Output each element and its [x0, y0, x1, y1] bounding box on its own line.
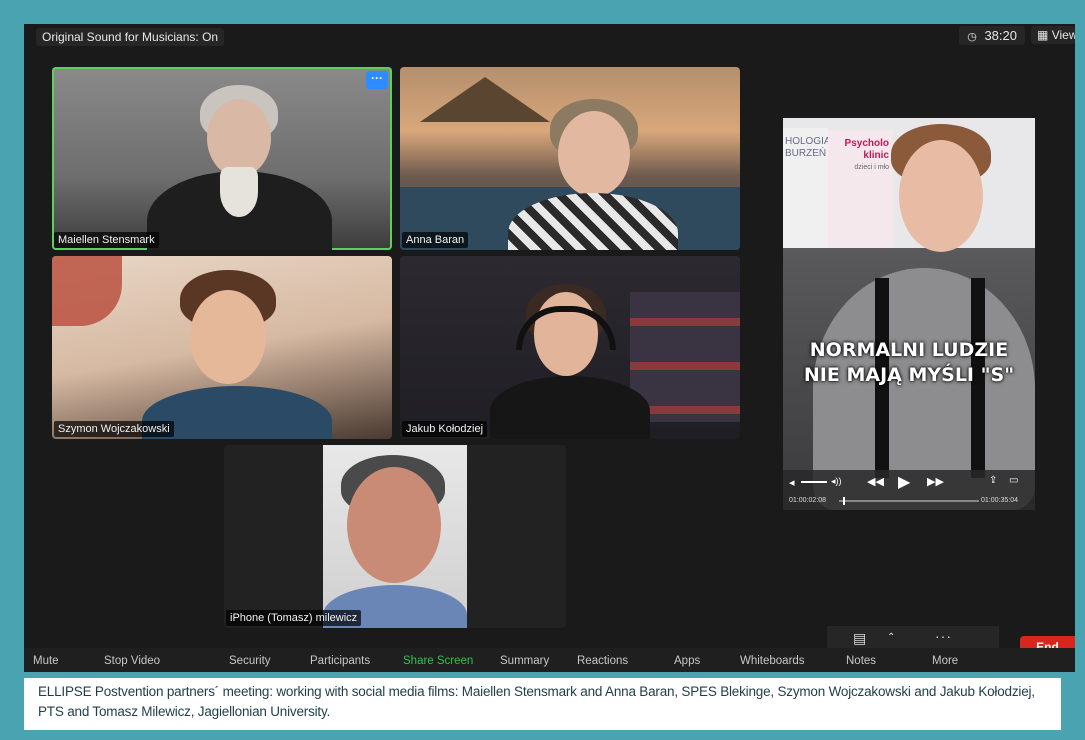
video-caption-line1: NORMALNI LUDZIE [809, 339, 1009, 361]
play-icon[interactable]: ▶ [898, 472, 910, 492]
grid-icon: ▦ [1037, 28, 1049, 42]
meeting-timer: ◷ 38:20 [959, 26, 1025, 45]
pip-icon[interactable]: ▭ [1009, 475, 1018, 486]
timer-value: 38:20 [984, 28, 1017, 43]
stop-video-button[interactable]: Stop Video [104, 655, 160, 667]
notes-icon[interactable]: ▤ [853, 630, 866, 647]
video-tile-maiellen[interactable]: ··· Maiellen Stensmark [52, 67, 392, 250]
participant-name: iPhone (Tomasz) milewicz [226, 610, 362, 626]
progress-bar[interactable] [839, 497, 979, 505]
share-icon[interactable]: ⇪ [989, 475, 997, 486]
volume-icon[interactable]: ◂ [789, 476, 795, 489]
book-title-line1: HOLOGIA [785, 136, 831, 147]
participants-button[interactable]: Participants [310, 655, 370, 667]
participant-name: Szymon Wojczakowski [54, 421, 174, 437]
video-tile-anna[interactable]: Anna Baran [400, 67, 740, 250]
participant-name: Maiellen Stensmark [54, 232, 159, 248]
participant-name: Jakub Kołodziej [402, 421, 488, 437]
view-button[interactable]: ▦ View [1031, 26, 1075, 44]
virtual-background-hut-roof [420, 77, 550, 122]
participant-more-button[interactable]: ··· [366, 71, 388, 89]
participant-face [558, 111, 630, 197]
wall-painting [52, 256, 122, 326]
participant-face [190, 290, 266, 384]
total-time: 01:00:35:04 [981, 497, 1018, 504]
notes-button[interactable]: Notes [846, 655, 876, 667]
participant-body [490, 376, 650, 439]
participant-face [207, 99, 271, 177]
book-cover-right: Psycholo klinic dzieci i mło [828, 130, 893, 250]
book2-title-line1: Psycholo [844, 138, 889, 149]
video-tile-szymon[interactable]: Szymon Wojczakowski [52, 256, 392, 439]
book-cover-left: HOLOGIA BURZEŃ [783, 128, 831, 248]
zoom-window: Original Sound for Musicians: On ◷ 38:20… [24, 24, 1075, 672]
book2-title-line3: dzieci i mło [854, 164, 889, 171]
view-label: View [1051, 28, 1075, 42]
image-caption: ELLIPSE Postvention partners´ meeting: w… [24, 678, 1061, 730]
clock-icon: ◷ [967, 31, 977, 43]
original-sound-label: Original Sound for Musicians: On [42, 30, 219, 44]
participant-collar [220, 167, 258, 217]
presenter-face [899, 140, 983, 252]
more-button[interactable]: More [932, 655, 958, 667]
rewind-icon[interactable]: ◀◀ [867, 475, 884, 488]
current-time: 01:00:02:08 [789, 497, 826, 504]
whiteboards-button[interactable]: Whiteboards [740, 655, 805, 667]
video-player-controls: ◂ ◂)) ◀◀ ▶ ▶▶ ⇪ ▭ 01:00:02:08 01:00:35:0… [783, 470, 1035, 510]
video-tile-jakub[interactable]: Jakub Kołodziej [400, 256, 740, 439]
more-dots-icon[interactable]: ··· [935, 628, 952, 644]
participant-name: Anna Baran [402, 232, 469, 248]
apps-button[interactable]: Apps [674, 655, 700, 667]
progress-thumb[interactable] [843, 497, 845, 505]
security-button[interactable]: Security [229, 655, 271, 667]
fast-forward-icon[interactable]: ▶▶ [927, 475, 944, 488]
original-sound-toggle[interactable]: Original Sound for Musicians: On [36, 28, 225, 46]
phone-video-area [323, 445, 467, 628]
volume-max-icon: ◂)) [831, 476, 842, 486]
summary-button[interactable]: Summary [500, 655, 549, 667]
reactions-button[interactable]: Reactions [577, 655, 628, 667]
video-caption-line2: NIE MAJĄ MYŚLI "S" [803, 364, 1015, 386]
share-screen-button[interactable]: Share Screen [403, 655, 473, 667]
volume-slider[interactable] [801, 481, 827, 483]
mute-button[interactable]: Mute [33, 655, 59, 667]
book-title-line2: BURZEŃ [785, 148, 827, 159]
video-tile-tomasz[interactable]: iPhone (Tomasz) milewicz [224, 445, 566, 628]
shared-video-panel[interactable]: HOLOGIA BURZEŃ Psycholo klinic dzieci i … [783, 118, 1035, 510]
book2-title-line2: klinic [863, 150, 889, 161]
participant-face [347, 467, 441, 583]
meeting-toolbar: Mute Stop Video Security Participants Sh… [24, 648, 1075, 672]
top-bar: Original Sound for Musicians: On ◷ 38:20… [24, 24, 1075, 46]
chevron-up-icon[interactable]: ⌃ [887, 632, 895, 643]
